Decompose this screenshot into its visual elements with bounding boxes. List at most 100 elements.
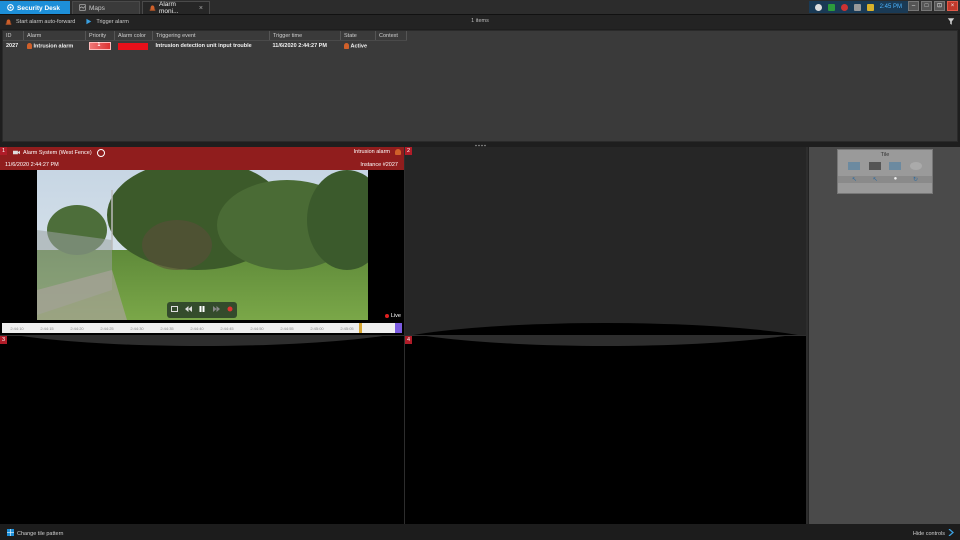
column-header[interactable]: Context	[375, 31, 407, 41]
tile-pattern-icon	[7, 529, 14, 538]
video-tile-4[interactable]: 4	[405, 336, 806, 524]
column-header[interactable]: Trigger time	[269, 31, 341, 41]
video-tile-2[interactable]: 2	[405, 147, 806, 335]
snapshot-icon[interactable]	[868, 162, 881, 170]
column-header[interactable]: State	[340, 31, 376, 41]
hardware-icon[interactable]	[853, 3, 861, 11]
filter-icon[interactable]	[947, 17, 955, 26]
tile-ceiling	[405, 336, 806, 346]
live-label: Live	[390, 313, 401, 319]
triggering-event: Intrusion detection unit input trouble	[155, 43, 252, 49]
clock: 2:45 PM	[879, 4, 902, 10]
timeline-tick-label: 2:44:10	[10, 325, 24, 331]
timeline-end-marker	[395, 323, 402, 333]
state-cell: Active	[341, 41, 376, 52]
zoom-in-icon[interactable]: ↖	[852, 176, 857, 183]
column-header[interactable]: Triggering event	[152, 31, 270, 41]
alarm-name-cell: Intrusion alarm	[24, 41, 86, 52]
button-label: Change tile pattern	[17, 530, 64, 537]
timeline[interactable]: 2:44:10 2:44:15 2:44:20 2:44:25 2:44:30 2:44:…	[2, 323, 402, 333]
timeline-tick-label: 2:45:00	[310, 325, 324, 331]
button-label: Hide controls	[912, 530, 945, 537]
close-tab-icon[interactable]: ×	[199, 5, 203, 12]
hide-controls-button[interactable]: Hide controls	[912, 528, 954, 538]
restore-button[interactable]: □	[921, 1, 932, 11]
camera-title[interactable]: Alarm System (West Fence)	[13, 149, 105, 157]
timeline-tick-label: 2:44:20	[70, 325, 84, 331]
alarm-name-label: Intrusion alarm	[353, 149, 390, 155]
table-header: ID Alarm Priority Alarm color Triggering…	[3, 31, 407, 41]
table-row[interactable]: 2027 Intrusion alarm 1 Intrusion detecti…	[3, 41, 407, 52]
alarm-name: Intrusion alarm	[33, 43, 74, 50]
zoom-out-icon[interactable]: ↖	[873, 176, 878, 183]
tab-label: Maps	[89, 4, 105, 12]
tile-canvas: 1 Alarm System (West Fence) Intrusion al…	[0, 147, 808, 524]
video-tile-3[interactable]: 3	[0, 336, 404, 524]
status-bar: Change tile pattern Hide controls	[0, 524, 960, 540]
items-count: 1 items	[471, 18, 489, 24]
pause-icon[interactable]	[199, 306, 205, 314]
alarm-id: 2027	[6, 43, 19, 49]
state-icon	[343, 42, 349, 49]
alarm-notification-icon[interactable]	[840, 3, 848, 11]
timeline-ticks: 2:44:10 2:44:15 2:44:20 2:44:25 2:44:30 2:44:…	[2, 323, 362, 333]
change-tile-pattern-button[interactable]: Change tile pattern	[7, 529, 63, 538]
record-icon[interactable]	[227, 306, 233, 314]
priority-cell: 1	[86, 41, 115, 52]
network-icon[interactable]	[827, 3, 835, 11]
camera-icon[interactable]	[889, 162, 902, 170]
tab-label: Security Desk	[17, 4, 60, 12]
alarm-table: ID Alarm Priority Alarm color Triggering…	[3, 31, 407, 51]
snapshot-icon[interactable]	[170, 306, 178, 314]
timeline-tick-label: 2:45:05	[340, 325, 354, 331]
minimize-button[interactable]: –	[908, 1, 919, 11]
timeline-tick-label: 2:44:40	[190, 325, 204, 331]
widget-tools-row	[838, 162, 932, 170]
title-bar: Security Desk Maps Alarm moni... × 2:45 …	[0, 0, 960, 15]
priority-value: 1	[97, 42, 101, 48]
widget-title: Tile	[880, 152, 890, 158]
column-header[interactable]: Priority	[85, 31, 115, 41]
camera-icon	[13, 150, 20, 157]
window-controls: – □ ⊡ ×	[908, 1, 958, 11]
panel-splitter[interactable]	[474, 143, 486, 147]
dashboard-panel: Tile ↖ ↖ ● ↻	[808, 147, 960, 524]
tile-number: 4	[405, 336, 413, 344]
alarm-color-cell	[115, 41, 153, 52]
column-header[interactable]: ID	[3, 31, 24, 41]
alarm-icon	[149, 4, 156, 13]
playhead[interactable]	[359, 323, 362, 333]
close-button[interactable]: ×	[947, 1, 958, 11]
refresh-icon[interactable]	[909, 162, 922, 170]
home-icon[interactable]: ●	[894, 176, 898, 183]
timeline-tick-label: 2:44:30	[130, 325, 144, 331]
sync-icon[interactable]: ↻	[913, 176, 918, 183]
tab-maps[interactable]: Maps	[72, 1, 140, 14]
tab-label: Alarm moni...	[159, 1, 179, 15]
settings-icon[interactable]	[96, 149, 105, 157]
tab-alarm-monitoring[interactable]: Alarm moni... ×	[142, 1, 210, 15]
video-tile-1[interactable]: 1 Alarm System (West Fence) Intrusion al…	[0, 147, 404, 335]
tile-number: 2	[405, 147, 413, 155]
column-header[interactable]: Alarm color	[114, 31, 153, 41]
timeline-tick-label: 2:44:25	[100, 325, 114, 331]
widget-nav-row: ↖ ↖ ● ↻	[838, 176, 932, 183]
alarm-bell-icon	[26, 42, 32, 49]
alarm-timestamp: 11/6/2020 2:44:27 PM	[5, 162, 59, 168]
tile-number: 1	[0, 147, 8, 155]
column-header[interactable]: Alarm	[23, 31, 86, 41]
health-icon[interactable]	[814, 3, 822, 11]
live-dot-icon	[384, 314, 389, 318]
timeline-tick-label: 2:44:55	[280, 325, 294, 331]
tile-pattern-icon[interactable]	[848, 162, 861, 170]
fullscreen-button[interactable]: ⊡	[934, 1, 945, 11]
security-desk-icon	[7, 3, 14, 13]
timeline-tick-label: 2:44:35	[160, 325, 174, 331]
fast-forward-icon[interactable]	[212, 306, 220, 314]
tab-security-desk[interactable]: Security Desk	[0, 1, 70, 14]
context	[376, 41, 407, 52]
rewind-icon[interactable]	[185, 306, 193, 314]
alarm-state: Active	[350, 43, 368, 50]
speaker-icon[interactable]	[866, 3, 874, 11]
system-tray: 2:45 PM	[808, 1, 908, 13]
